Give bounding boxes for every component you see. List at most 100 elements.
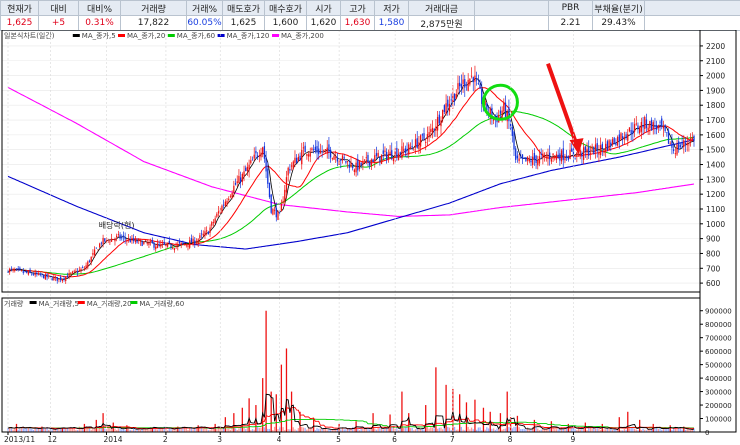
candle-body xyxy=(172,247,174,249)
volume-bar xyxy=(487,428,490,432)
quote-header-11 xyxy=(474,0,549,16)
candle-body xyxy=(238,175,240,183)
candle-body xyxy=(596,143,598,152)
candle-body xyxy=(571,148,573,152)
volume-bar xyxy=(552,428,554,432)
candle-body xyxy=(282,200,284,204)
candle-body xyxy=(469,78,471,85)
candle-body xyxy=(411,145,413,148)
volume-tick-label: 700000 xyxy=(705,335,732,343)
candle-body xyxy=(37,273,40,275)
candle-body xyxy=(652,122,654,129)
candle-body xyxy=(34,272,36,276)
volume-tick-label: 600000 xyxy=(705,348,732,356)
volume-bar xyxy=(386,428,388,432)
candle-body xyxy=(650,119,653,131)
candle-body xyxy=(231,192,233,199)
volume-bar xyxy=(307,428,310,432)
volume-legend: 거래량 MA_거래량,5 MA_거래량,20 MA_거래량,60 xyxy=(4,299,184,308)
candle-body xyxy=(202,233,204,236)
candle-body xyxy=(676,144,678,155)
candle-body xyxy=(197,239,199,244)
candle-body xyxy=(567,157,569,160)
volume-tick-label: 300000 xyxy=(705,389,732,397)
candle-body xyxy=(54,276,57,279)
volume-bar xyxy=(100,428,103,432)
candle-body xyxy=(88,260,91,262)
candle-body xyxy=(239,177,242,183)
candle-body xyxy=(180,242,182,245)
candle-body xyxy=(299,155,301,161)
legend-swatch xyxy=(77,301,85,304)
volume-bar xyxy=(411,427,413,432)
stock-chart-window: 현재가 대비 대비% 거래량 거래% 매도호가 매수호가 시가 고가 저가 거래대금 PBR 부채율(분… xyxy=(0,0,740,445)
volume-bar xyxy=(234,428,237,432)
candle-body xyxy=(428,132,430,136)
y-tick-label: 1500 xyxy=(706,146,725,155)
volume-legend-label: MA_거래량,20 xyxy=(87,299,132,308)
candle-body xyxy=(401,146,403,158)
candle-body xyxy=(82,267,84,268)
candle-body xyxy=(625,134,627,138)
candle-body xyxy=(654,125,656,128)
volume-bar xyxy=(260,427,262,432)
candle-body xyxy=(584,146,586,151)
candle-body xyxy=(134,239,136,243)
volume-bar xyxy=(492,428,495,432)
candle-body xyxy=(550,159,553,162)
candle-body xyxy=(166,242,169,247)
candle-body xyxy=(386,151,388,160)
candle-body xyxy=(149,241,152,243)
candle-body xyxy=(251,159,254,161)
candle-body xyxy=(178,241,181,244)
volume-bar xyxy=(594,428,597,432)
candle-body xyxy=(121,237,123,239)
candle-body xyxy=(133,238,135,241)
candle-body xyxy=(146,242,148,244)
price-legend-label: MA_종가,120 xyxy=(227,31,270,40)
volume-bar xyxy=(301,426,303,432)
candle-body xyxy=(163,241,165,245)
volume-tick-label: 400000 xyxy=(705,375,732,383)
volume-bar xyxy=(477,427,479,432)
candle-body xyxy=(413,149,415,151)
y-tick-label: 800 xyxy=(706,249,721,258)
volume-bar xyxy=(639,419,641,432)
x-tick-label: 2 xyxy=(163,435,168,444)
volume-bar xyxy=(233,413,235,432)
volume-bar xyxy=(197,425,199,432)
candle-body xyxy=(92,253,94,255)
volume-bar xyxy=(627,411,629,432)
volume-bar xyxy=(117,428,120,432)
candle-body xyxy=(95,247,97,249)
candle-body xyxy=(216,213,218,217)
volume-bar xyxy=(630,427,632,432)
candle-body xyxy=(647,127,649,131)
candle-body xyxy=(408,144,410,155)
volume-bar xyxy=(392,427,395,432)
volume-bar xyxy=(246,428,249,432)
volume-ma-lines xyxy=(7,393,695,431)
candle-body xyxy=(470,75,473,77)
candle-body xyxy=(183,243,186,246)
price-volume-chart[interactable]: 일본식차트(일간) MA_종가,5 MA_종가,20 MA_종가,60 MA_종가,12… xyxy=(0,30,740,445)
volume-bar xyxy=(426,426,429,432)
volume-bar xyxy=(425,405,427,432)
volume-tick-label: 0 xyxy=(705,429,709,437)
volume-bar xyxy=(262,378,264,432)
ma5-line xyxy=(7,77,695,281)
candle-body xyxy=(450,99,452,101)
candle-body xyxy=(613,137,615,144)
candle-body xyxy=(12,269,14,271)
candle-body xyxy=(501,110,503,119)
quote-value-5: 1,625 xyxy=(222,15,265,31)
candle-body xyxy=(691,137,693,140)
quote-table: 현재가 대비 대비% 거래량 거래% 매도호가 매수호가 시가 고가 저가 거래대금 PBR 부채율(분… xyxy=(0,0,740,31)
volume-bar xyxy=(593,427,595,432)
candle-body xyxy=(78,269,80,272)
x-tick-label: 12 xyxy=(47,435,57,444)
candle-body xyxy=(90,256,92,263)
candle-body xyxy=(182,242,184,244)
volume-bar xyxy=(496,428,498,432)
candle-body xyxy=(588,146,590,156)
